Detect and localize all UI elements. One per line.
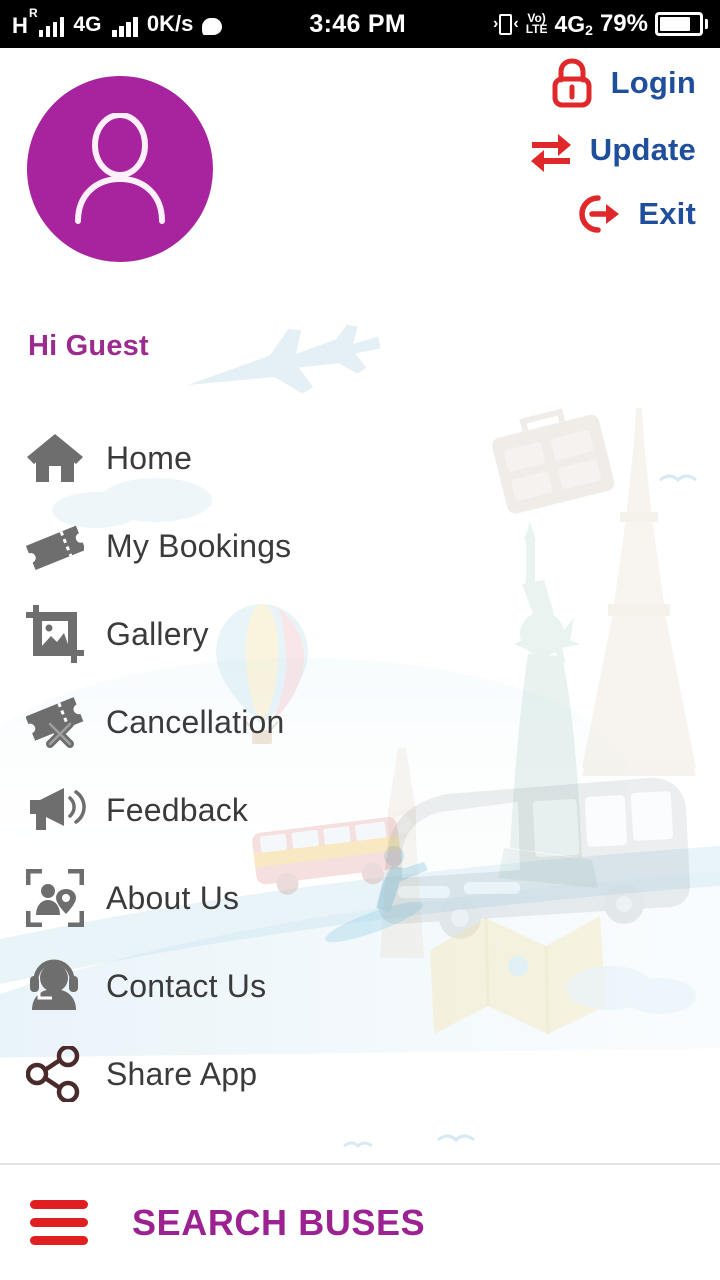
battery-icon <box>655 12 708 36</box>
home-icon <box>26 429 88 487</box>
roaming-indicator-label: R <box>29 6 38 20</box>
megaphone-icon <box>26 781 88 839</box>
update-label: Update <box>589 132 696 167</box>
ticket-cancel-icon <box>26 693 88 751</box>
image-crop-icon <box>26 605 88 663</box>
search-buses-title[interactable]: SEARCH BUSES <box>132 1202 425 1244</box>
exit-label: Exit <box>638 196 696 231</box>
menu-item-home-label: Home <box>106 439 193 476</box>
signal-bars-2-icon <box>112 17 138 37</box>
menu-item-about-us-label: About Us <box>106 879 240 916</box>
update-button[interactable]: Update <box>528 128 696 172</box>
menu-item-my-bookings-label: My Bookings <box>106 527 292 564</box>
greeting-label: Hi Guest <box>28 330 149 362</box>
ticket-icon <box>26 517 88 575</box>
person-location-frame-icon <box>26 869 88 927</box>
menu-item-gallery[interactable]: Gallery <box>0 590 720 678</box>
headset-support-icon <box>26 957 88 1015</box>
network-right-indicator: 4G 2 <box>554 11 592 38</box>
status-bar: H R 4G 0K/s 3:46 PM › ‹ Vo) LTE 4G 2 79% <box>0 0 720 48</box>
battery-percent-label: 79% <box>599 10 648 37</box>
menu-item-my-bookings[interactable]: My Bookings <box>0 502 720 590</box>
volte-bottom-label: LTE <box>525 22 548 36</box>
network-type-2-label: 4G <box>73 13 102 36</box>
bottom-bar: SEARCH BUSES <box>0 1165 720 1280</box>
status-bar-right: › ‹ Vo) LTE 4G 2 79% <box>493 10 708 38</box>
share-nodes-icon <box>26 1045 88 1103</box>
network-type-indicator: H R <box>12 6 38 38</box>
menu-item-contact-us-label: Contact Us <box>106 967 267 1004</box>
navigation-menu: Home My Bookings Gallery Cancellation Fe… <box>0 414 720 1118</box>
menu-item-share-app[interactable]: Share App <box>0 1030 720 1118</box>
user-avatar-icon <box>75 113 165 224</box>
volte-icon: Vo) LTE <box>525 11 548 36</box>
status-bar-clock: 3:46 PM <box>309 9 406 38</box>
menu-item-home[interactable]: Home <box>0 414 720 502</box>
exit-button[interactable]: Exit <box>574 192 696 236</box>
menu-item-cancellation-label: Cancellation <box>106 703 285 740</box>
network-right-sub-label: 2 <box>585 21 593 38</box>
menu-item-gallery-label: Gallery <box>106 615 209 652</box>
avatar[interactable] <box>27 76 213 262</box>
app-screen: H R 4G 0K/s 3:46 PM ›‹ Vo) LTE 4G2 79% <box>0 0 720 1280</box>
vibrate-icon: › ‹ <box>493 13 519 35</box>
signal-bars-icon <box>38 17 65 37</box>
data-speed-label: 0K/s <box>146 11 194 36</box>
network-type-label: H <box>12 13 28 38</box>
menu-item-about-us[interactable]: About Us <box>0 854 720 942</box>
menu-item-cancellation[interactable]: Cancellation <box>0 678 720 766</box>
swap-arrows-icon <box>530 134 571 172</box>
menu-item-feedback-label: Feedback <box>106 791 249 828</box>
menu-item-contact-us[interactable]: Contact Us <box>0 942 720 1030</box>
network-right-label: 4G <box>554 10 586 37</box>
menu-item-feedback[interactable]: Feedback <box>0 766 720 854</box>
login-button[interactable]: Login <box>549 58 696 108</box>
chat-bubble-icon <box>202 18 223 35</box>
header-actions: Login Update Exit <box>528 58 696 236</box>
menu-item-share-app-label: Share App <box>106 1055 258 1092</box>
hamburger-menu-icon[interactable] <box>30 1200 88 1245</box>
lock-icon <box>552 58 592 108</box>
exit-arrow-icon <box>579 195 620 233</box>
login-label: Login <box>610 65 696 100</box>
status-bar-left: H R 4G 0K/s <box>12 6 223 38</box>
